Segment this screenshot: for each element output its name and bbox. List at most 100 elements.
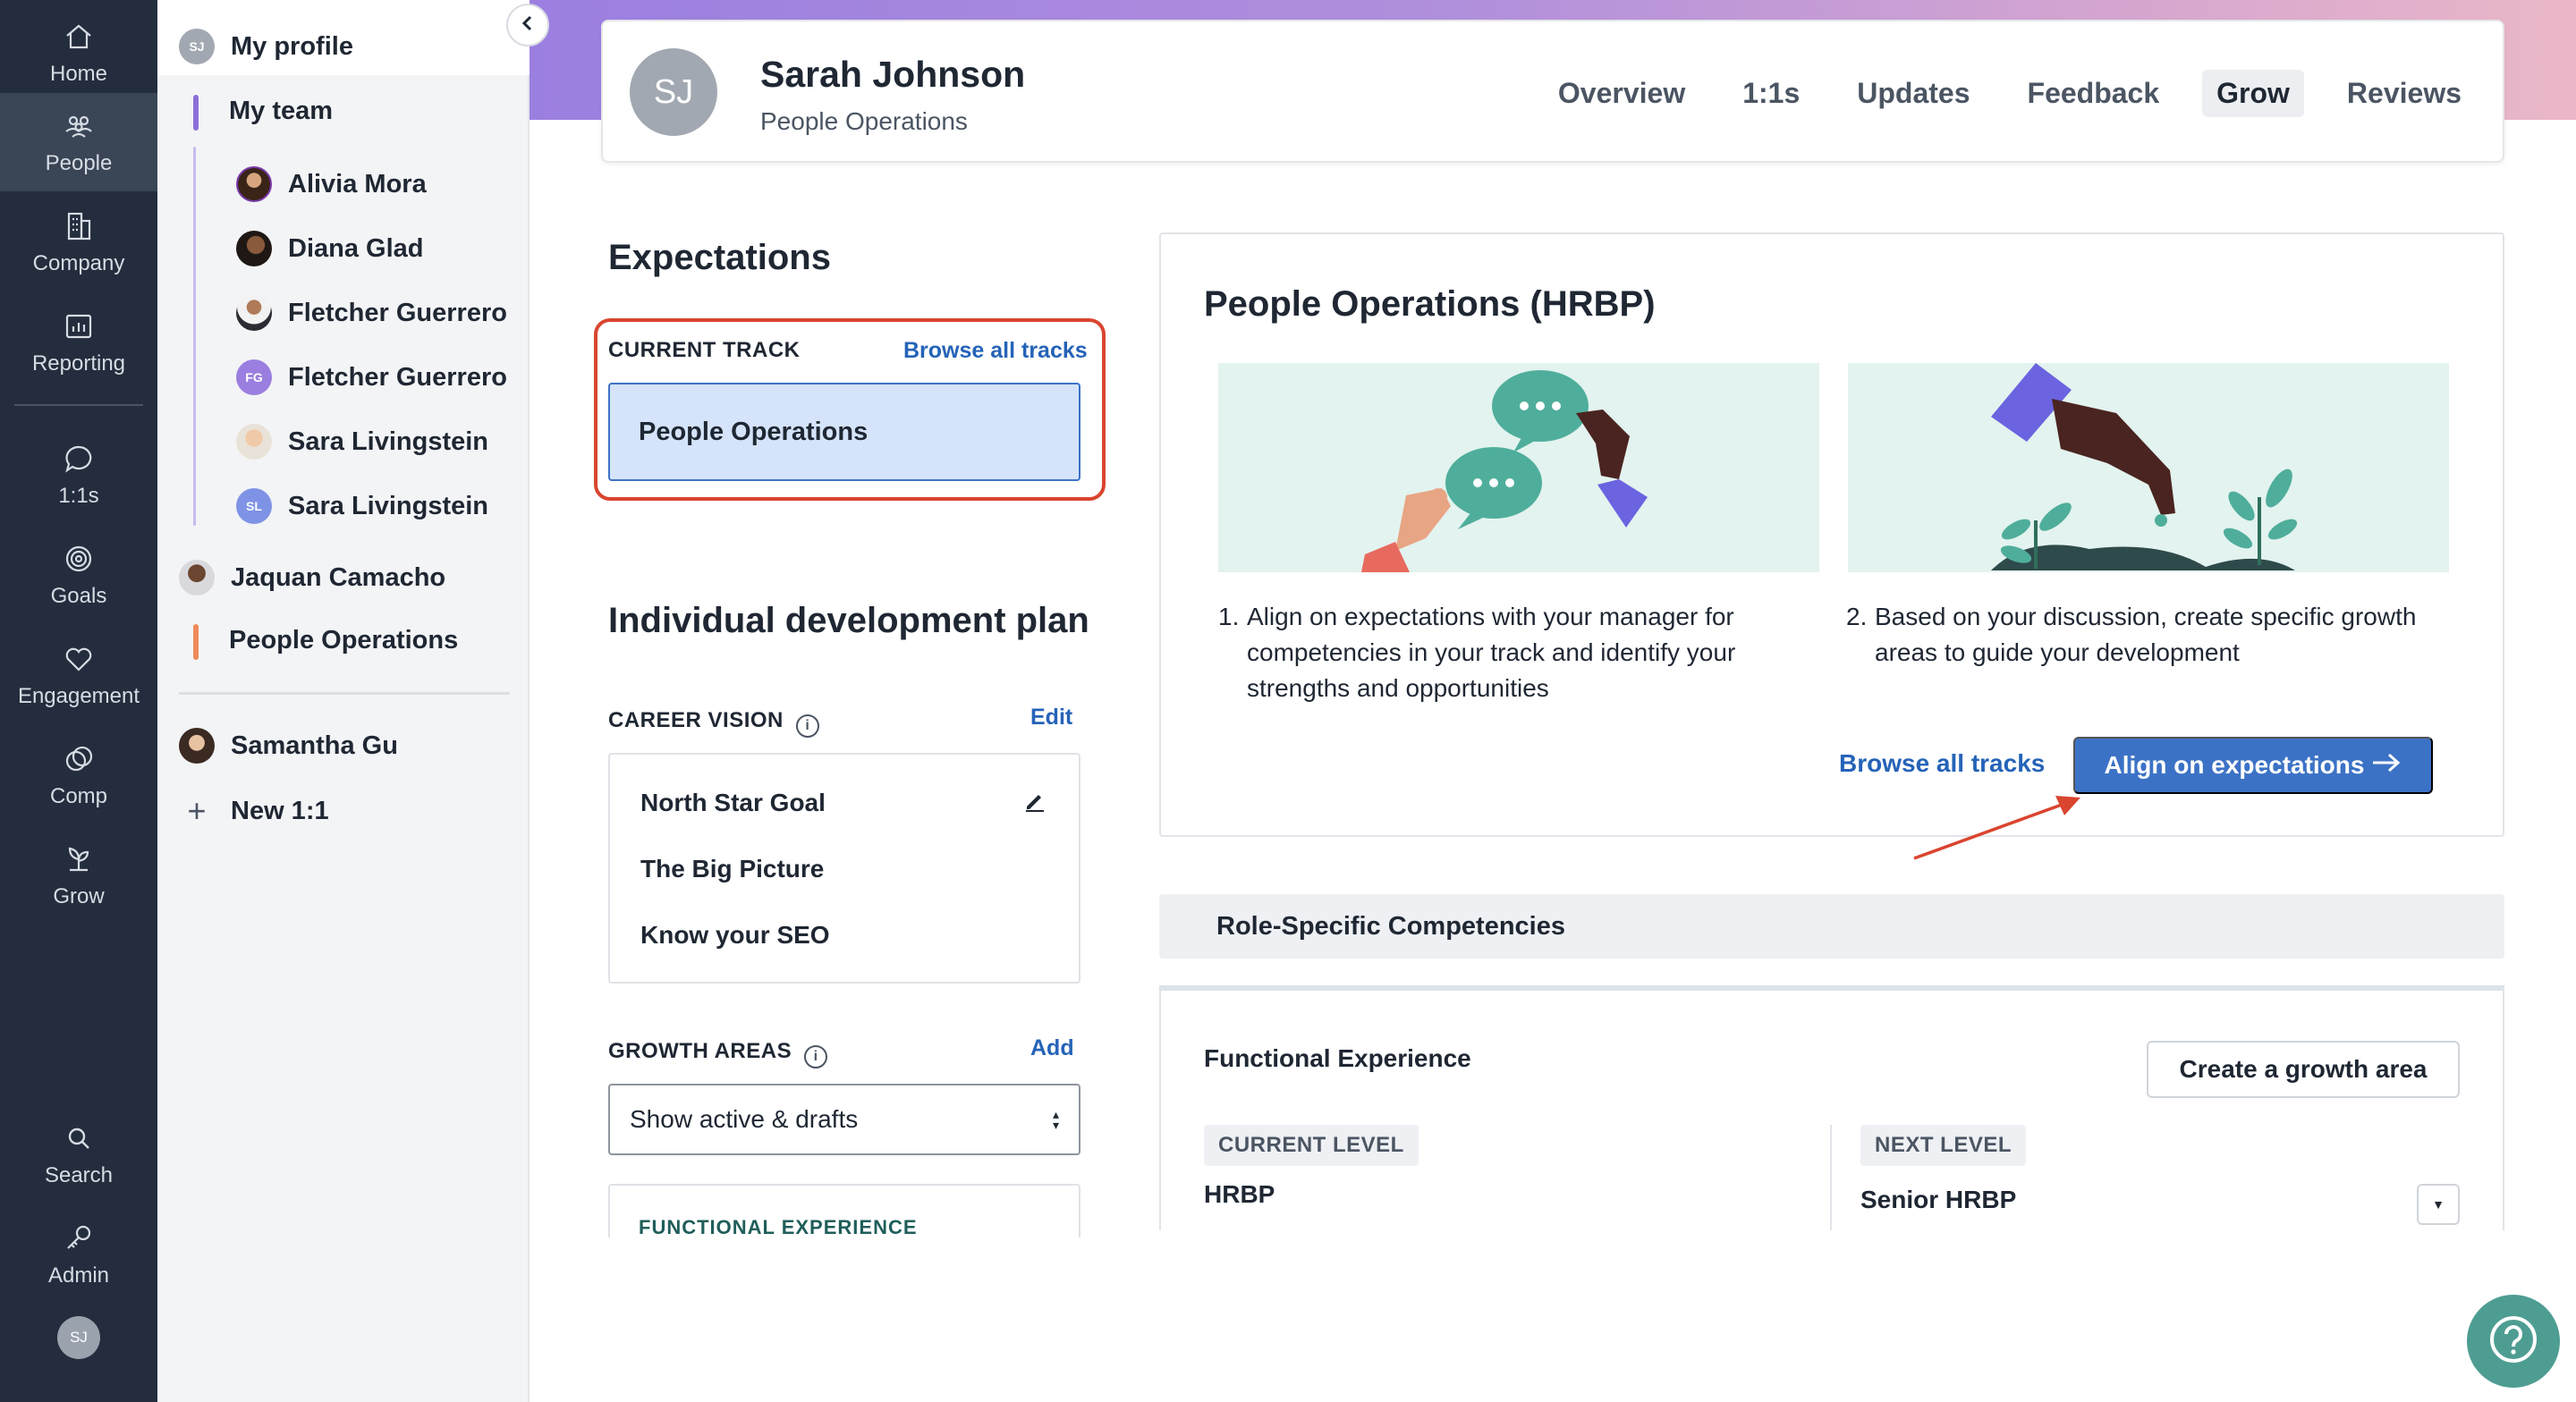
nav-people-label: People: [45, 151, 113, 175]
people-panel: SJ My profile My team Alivia Mora Diana …: [157, 0, 530, 1402]
current-track-label: CURRENT TRACK: [608, 338, 801, 362]
home-icon: [61, 19, 97, 55]
nav-one-on-ones[interactable]: 1:1s: [0, 426, 157, 524]
growth-areas-label: GROWTH AREAS i: [608, 1039, 828, 1068]
info-icon[interactable]: i: [804, 1045, 828, 1068]
team-tree-line: [193, 147, 196, 526]
browse-all-tracks-link[interactable]: Browse all tracks: [903, 338, 1088, 364]
avatar: [236, 231, 272, 266]
avatar: [179, 728, 215, 764]
step-two-text: Based on your discussion, create specifi…: [1875, 603, 2417, 666]
avatar: [236, 424, 272, 460]
other-person-row[interactable]: Samantha Gu: [179, 728, 398, 764]
functional-experience-card: FUNCTIONAL EXPERIENCE: [608, 1184, 1080, 1237]
team-member-row[interactable]: SL Sara Livingstein: [236, 488, 488, 524]
create-growth-area-button[interactable]: Create a growth area: [2147, 1041, 2460, 1098]
planting-illustration: [1848, 363, 2449, 572]
nav-comp[interactable]: Comp: [0, 726, 157, 824]
team-member-row[interactable]: Fletcher Guerrero: [236, 295, 507, 331]
select-arrows-icon: ▴ ▾: [1052, 1107, 1059, 1132]
next-level-dropdown[interactable]: ▼: [2417, 1184, 2460, 1225]
nav-engagement[interactable]: Engagement: [0, 626, 157, 724]
team-member-row[interactable]: Sara Livingstein: [236, 424, 488, 460]
chevron-left-icon: [519, 14, 537, 37]
team-member-name: Fletcher Guerrero: [288, 298, 507, 327]
level-divider: [1830, 1125, 1832, 1230]
edit-career-vision-link[interactable]: Edit: [1030, 705, 1072, 731]
tab-reviews[interactable]: Reviews: [2333, 70, 2476, 117]
tab-feedback[interactable]: Feedback: [2013, 70, 2174, 117]
new-one-on-one-button[interactable]: + New 1:1: [179, 792, 329, 830]
nav-company[interactable]: Company: [0, 193, 157, 291]
info-icon[interactable]: i: [795, 714, 819, 738]
pencil-icon[interactable]: [1023, 789, 1046, 816]
my-team-label: My team: [229, 97, 334, 125]
tab-grow[interactable]: Grow: [2202, 70, 2304, 117]
competency-title: Functional Experience: [1204, 1044, 1471, 1072]
team-member-row[interactable]: Diana Glad: [236, 231, 424, 266]
user-avatar[interactable]: SJ: [57, 1316, 100, 1359]
add-growth-area-link[interactable]: Add: [1030, 1035, 1074, 1061]
profile-header: SJ Sarah Johnson People Operations Overv…: [601, 20, 2504, 163]
nav-home[interactable]: Home: [0, 4, 157, 102]
conversation-illustration: [1218, 363, 1819, 572]
plus-icon: +: [187, 792, 207, 829]
growth-areas-text: GROWTH AREAS: [608, 1039, 792, 1063]
department-link[interactable]: People Operations: [229, 626, 458, 655]
collapse-panel-button[interactable]: [506, 4, 549, 46]
team-member-name: Sara Livingstein: [288, 491, 489, 520]
nav-company-label: Company: [32, 251, 125, 275]
search-icon: [61, 1120, 97, 1156]
growth-areas-filter-select[interactable]: Show active & drafts ▴ ▾: [608, 1084, 1080, 1155]
team-member-row[interactable]: FG Fletcher Guerrero: [236, 359, 507, 395]
functional-experience-label: FUNCTIONAL EXPERIENCE: [639, 1216, 918, 1237]
avatar: SJ: [179, 29, 215, 64]
target-icon: [61, 541, 97, 577]
nav-comp-label: Comp: [49, 784, 108, 808]
nav-search[interactable]: Search: [0, 1105, 157, 1204]
nav-admin-label: Admin: [47, 1263, 110, 1288]
vision-item[interactable]: Know your SEO: [640, 921, 830, 950]
vision-item[interactable]: The Big Picture: [640, 855, 824, 883]
nav-goals[interactable]: Goals: [0, 526, 157, 624]
team-member-name: Diana Glad: [288, 233, 424, 263]
rail-divider: [14, 404, 143, 406]
track-intro-card: People Operations (HRBP) 1. Align on exp…: [1159, 232, 2504, 837]
my-profile-link[interactable]: SJ My profile: [179, 29, 353, 64]
help-button[interactable]: [2467, 1295, 2560, 1388]
align-button-label: Align on expectations: [2104, 751, 2365, 779]
career-vision-card: North Star Goal The Big Picture Know you…: [608, 753, 1080, 984]
profile-avatar: SJ: [630, 48, 717, 136]
my-profile-label: My profile: [231, 31, 353, 61]
my-team-link[interactable]: My team: [229, 97, 333, 126]
tab-overview[interactable]: Overview: [1544, 70, 1699, 117]
role-competencies-header[interactable]: Role-Specific Competencies: [1159, 894, 2504, 959]
career-vision-text: CAREER VISION: [608, 708, 784, 732]
arrow-right-icon: [2371, 751, 2402, 780]
filter-value: Show active & drafts: [630, 1105, 859, 1133]
new-one-on-one-label: New 1:1: [231, 796, 329, 825]
nav-goals-label: Goals: [50, 584, 107, 608]
caret-down-icon: ▼: [2432, 1197, 2445, 1212]
other-person-name: Samantha Gu: [231, 731, 398, 760]
align-on-expectations-button[interactable]: Align on expectations: [2073, 737, 2433, 794]
profile-tabs: Overview 1:1s Updates Feedback Grow Revi…: [1515, 70, 2476, 117]
nav-grow[interactable]: Grow: [0, 826, 157, 925]
nav-admin[interactable]: Admin: [0, 1205, 157, 1304]
manager-row[interactable]: Jaquan Camacho: [179, 560, 445, 595]
building-icon: [61, 208, 97, 244]
idp-title: Individual development plan: [608, 601, 1089, 640]
team-member-row[interactable]: Alivia Mora: [236, 166, 427, 202]
nav-reporting[interactable]: Reporting: [0, 293, 157, 392]
tab-updates[interactable]: Updates: [1843, 70, 1984, 117]
sprout-icon: [61, 841, 97, 877]
department-label: People Operations: [229, 626, 459, 655]
browse-all-tracks-link[interactable]: Browse all tracks: [1839, 749, 2045, 778]
tab-one-on-ones[interactable]: 1:1s: [1728, 70, 1814, 117]
nav-home-label: Home: [49, 62, 108, 86]
current-track-card[interactable]: People Operations: [608, 383, 1080, 481]
nav-search-label: Search: [44, 1163, 114, 1187]
nav-people[interactable]: People: [0, 93, 157, 191]
vision-item[interactable]: North Star Goal: [640, 789, 826, 817]
next-level-label: NEXT LEVEL: [1860, 1125, 2027, 1166]
